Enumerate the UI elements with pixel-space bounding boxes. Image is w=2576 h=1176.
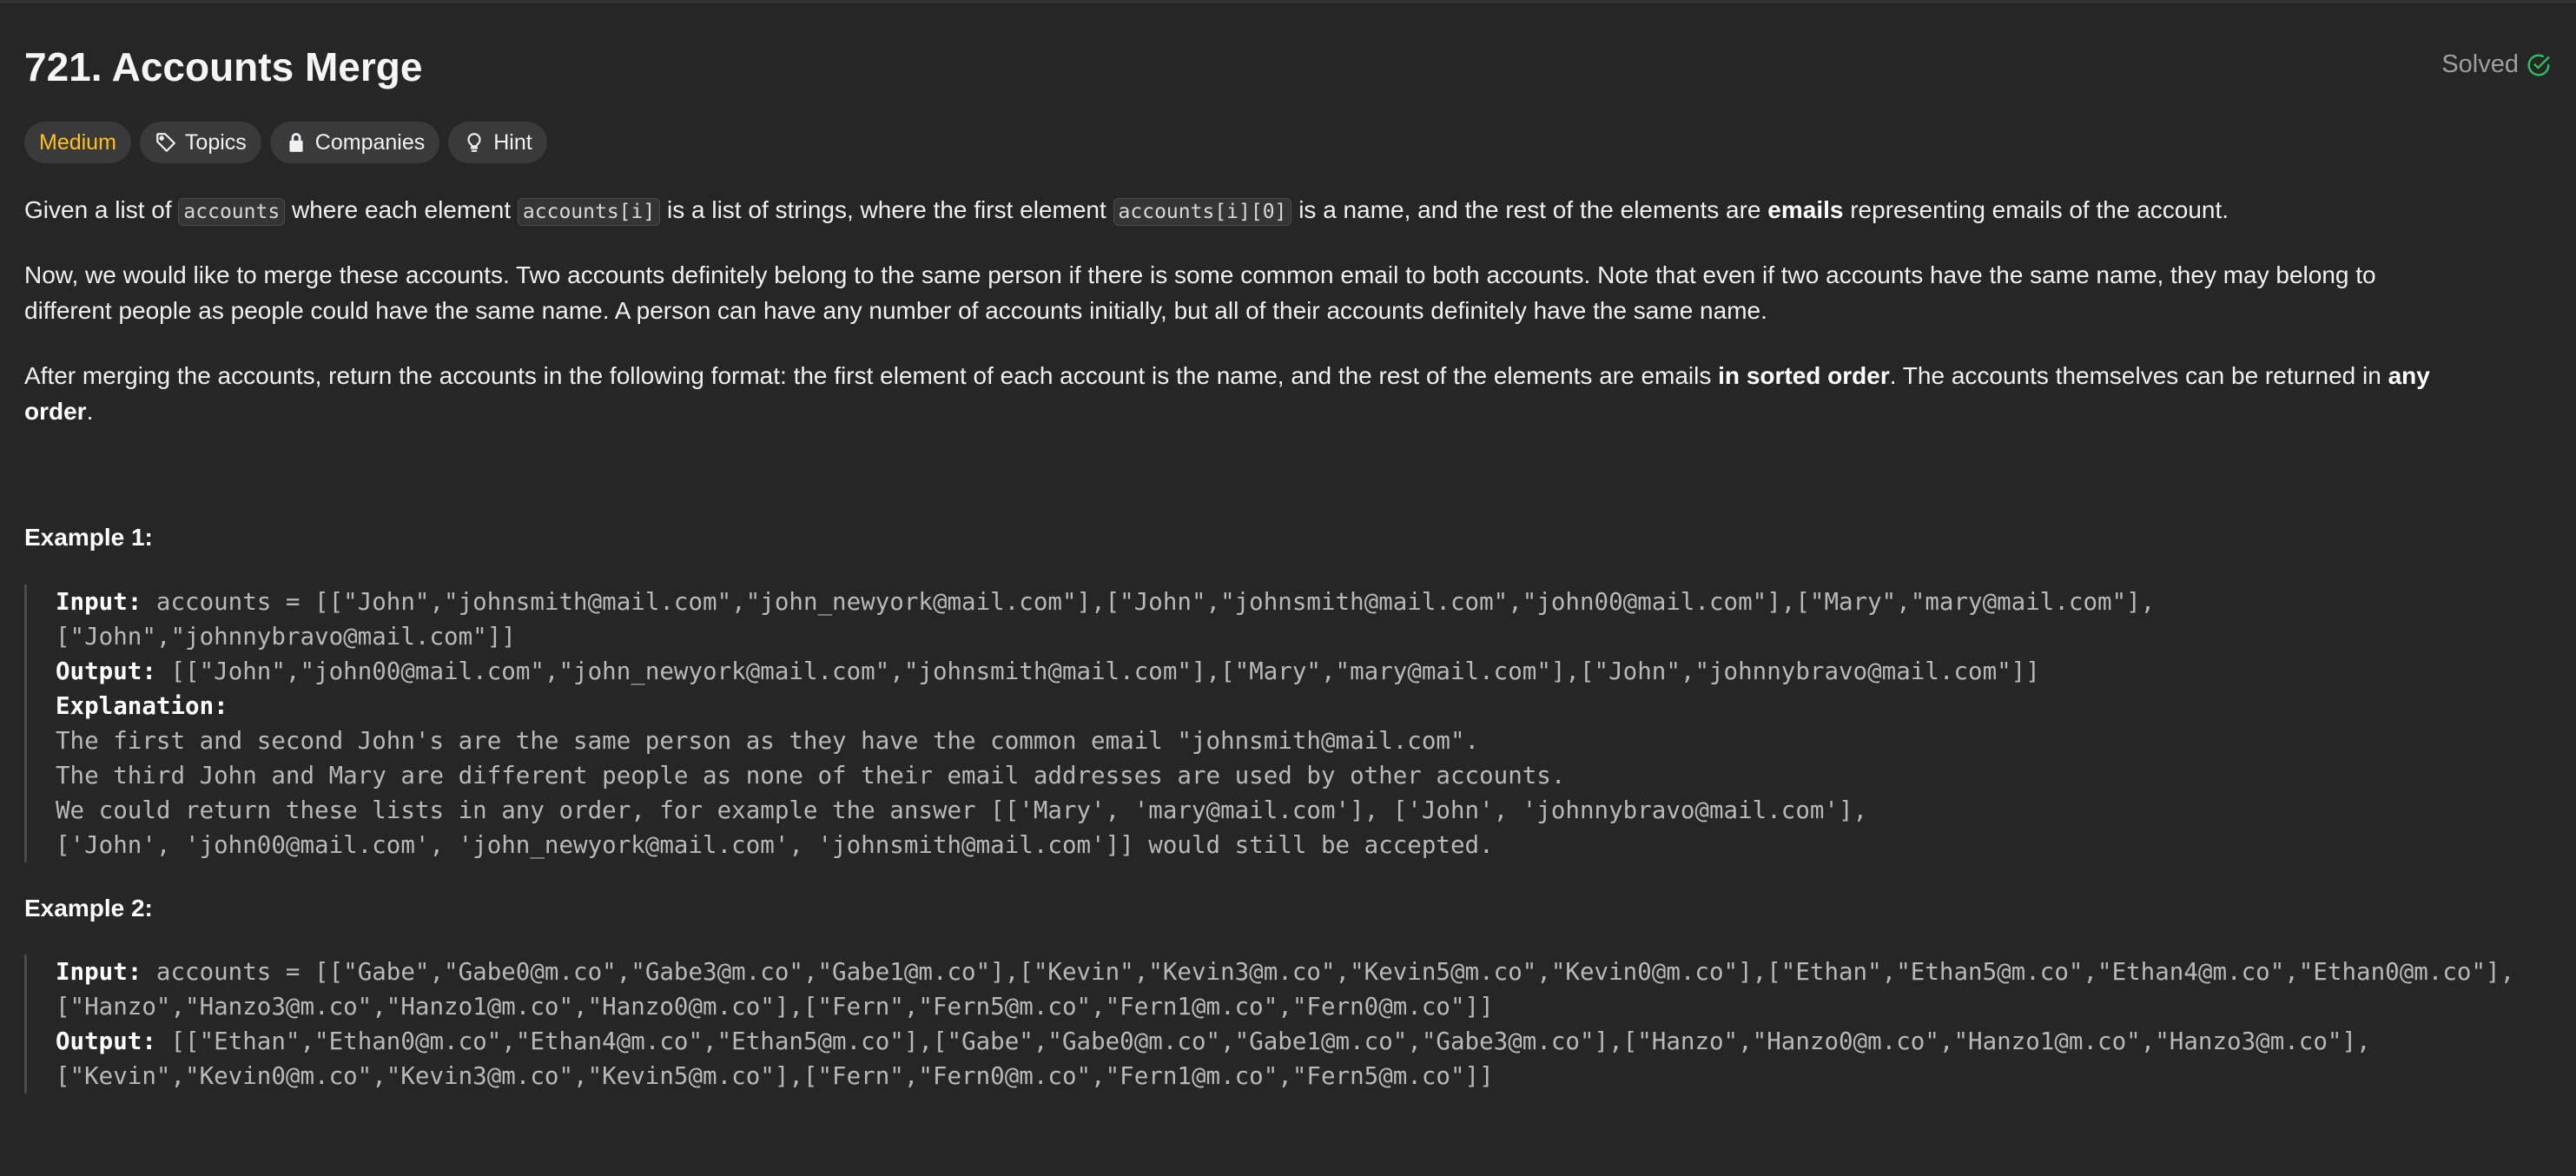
example-1-title: Example 1: <box>24 524 153 551</box>
inline-code: accounts[i][0] <box>1113 198 1292 226</box>
companies-button[interactable]: Companies <box>269 122 440 163</box>
solved-label: Solved <box>2441 50 2519 78</box>
output-label: Output: <box>56 1027 156 1055</box>
lightbulb-icon <box>467 133 481 152</box>
tag-icon <box>156 133 175 152</box>
solved-status: Solved <box>2441 50 2552 79</box>
topics-label: Topics <box>184 129 247 155</box>
difficulty-badge[interactable]: Medium <box>24 122 131 163</box>
example-1-block: Input: accounts = [["John","johnsmith@ma… <box>24 585 2560 862</box>
input-label: Input: <box>56 958 142 986</box>
example-2-block: Input: accounts = [["Gabe","Gabe0@m.co",… <box>24 955 2560 1093</box>
top-divider <box>0 0 2576 3</box>
lock-icon <box>289 133 303 152</box>
check-circle-icon <box>2527 54 2550 76</box>
inline-code: accounts <box>178 198 286 226</box>
description-paragraph-2: Now, we would like to merge these accoun… <box>24 261 2376 324</box>
problem-title[interactable]: 721. Accounts Merge <box>24 40 422 94</box>
input-label: Input: <box>56 588 142 616</box>
description-paragraph-3: After merging the accounts, return the a… <box>24 362 2430 425</box>
tag-row: Medium Topics Companies Hint <box>24 122 547 163</box>
output-label: Output: <box>56 657 156 685</box>
inline-code: accounts[i] <box>517 198 661 226</box>
topics-button[interactable]: Topics <box>139 122 261 163</box>
example-2-title: Example 2: <box>24 895 153 922</box>
hint-button[interactable]: Hint <box>448 122 547 163</box>
companies-label: Companies <box>314 129 426 155</box>
difficulty-label: Medium <box>39 129 116 155</box>
description-paragraph-1: Given a list of accounts where each elem… <box>24 192 2552 230</box>
explanation-label: Explanation: <box>56 692 228 720</box>
hint-label: Hint <box>493 129 532 155</box>
